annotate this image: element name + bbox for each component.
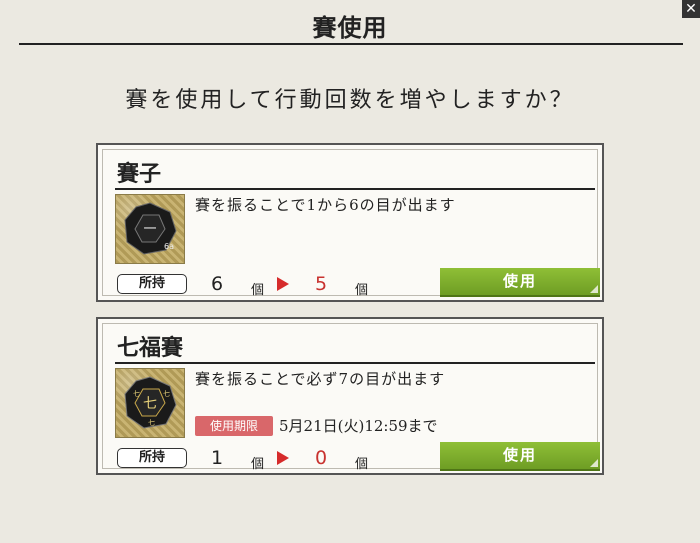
count-unit: 個	[355, 457, 369, 472]
count-unit: 個	[251, 457, 265, 472]
title-divider	[19, 43, 683, 45]
svg-text:七: 七	[143, 396, 157, 412]
svg-text:一: 一	[143, 222, 156, 237]
dice-icon: 一 6a	[115, 194, 185, 264]
item-name: 七福賽	[117, 335, 184, 361]
expiry-badge: 使用期限	[195, 416, 273, 436]
close-icon[interactable]: ✕	[682, 0, 700, 18]
arrow-right-icon	[277, 277, 289, 291]
count-unit: 個	[251, 283, 265, 298]
owned-label: 所持	[117, 274, 187, 294]
svg-text:七: 七	[148, 418, 155, 427]
count-unit: 個	[355, 283, 369, 298]
owned-label: 所持	[117, 448, 187, 468]
dialog-title: 賽使用	[312, 13, 388, 42]
item-description: 賽を振ることで1から6の目が出ます	[195, 196, 456, 214]
confirm-question: 賽を使用して行動回数を増やしますか？	[125, 88, 575, 113]
svg-text:七: 七	[163, 389, 170, 398]
use-button[interactable]: 使用	[440, 268, 600, 297]
use-button[interactable]: 使用	[440, 442, 600, 471]
svg-text:6a: 6a	[164, 242, 174, 251]
card-divider	[115, 362, 595, 364]
card-divider	[115, 188, 595, 190]
expiry-date: 5月21日(火)12:59まで	[279, 417, 438, 435]
count-after: 5	[315, 273, 328, 295]
count-before: 6	[211, 273, 224, 295]
item-card-shichifukusai: 七福賽 七 七 七 七 賽を振ることで必ず7の目が出ます 使用期限 5月21日(…	[96, 317, 604, 475]
lucky-dice-icon: 七 七 七 七	[115, 368, 185, 438]
item-card-saikoro: 賽子 一 6a 賽を振ることで1から6の目が出ます 所持 6 個 5 個 使用	[96, 143, 604, 302]
count-after: 0	[315, 447, 328, 469]
svg-text:七: 七	[133, 389, 140, 398]
item-name: 賽子	[117, 161, 162, 187]
count-before: 1	[211, 447, 224, 469]
arrow-right-icon	[277, 451, 289, 465]
item-description: 賽を振ることで必ず7の目が出ます	[195, 370, 446, 388]
